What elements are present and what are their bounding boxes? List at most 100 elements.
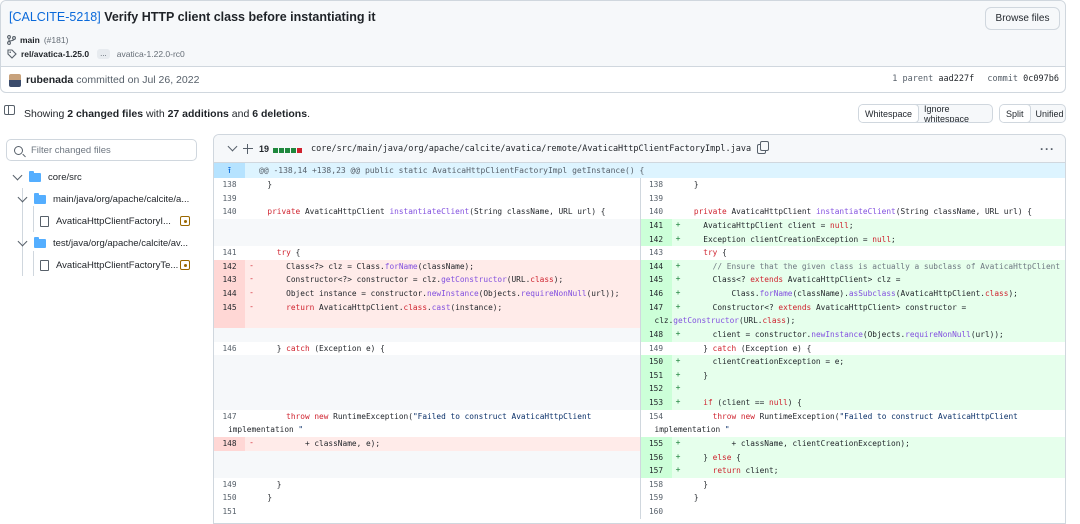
tag-link[interactable]: rel/avatica-1.25.0 (21, 49, 89, 59)
line-number[interactable]: 149 (214, 478, 245, 492)
code-line: private AvaticaHttpClient instantiateCli… (267, 207, 606, 217)
line-number[interactable]: 139 (214, 192, 245, 206)
diff-row: 148- + className, e); 155 + + className, c… (214, 436, 1065, 451)
file-path[interactable]: core/src/main/java/org/apache/calcite/av… (311, 144, 751, 154)
issue-link[interactable]: [CALCITE-5218] (9, 10, 101, 24)
line-number[interactable]: 153 (640, 396, 672, 410)
parent-sha-link[interactable]: aad227f (938, 74, 974, 84)
line-number[interactable]: 144 (640, 259, 672, 274)
line-number[interactable]: 140 (641, 205, 672, 219)
line-number[interactable]: 146 (640, 287, 672, 301)
line-number[interactable] (214, 355, 245, 369)
tree-file-impl[interactable]: AvaticaHttpClientFactoryI... (40, 212, 171, 230)
chevron-down-icon (17, 236, 28, 246)
line-number[interactable]: 156 (640, 450, 672, 465)
browse-files-button[interactable]: Browse files (985, 7, 1060, 30)
line-number[interactable] (214, 450, 245, 465)
line-number[interactable]: 143 (214, 273, 245, 287)
expand-all-icon[interactable] (243, 143, 253, 154)
pr-link[interactable]: (#181) (44, 35, 69, 45)
expand-up-icon[interactable]: ⭱ (214, 163, 245, 178)
line-number[interactable] (214, 396, 245, 410)
diff-left-line: 143- Constructor<?> constructor = clz.ge… (214, 273, 640, 287)
line-number[interactable]: 152 (640, 382, 672, 396)
diff-left-line (214, 396, 640, 410)
line-number[interactable]: 148 (640, 327, 672, 342)
more-tags-button[interactable]: ... (97, 49, 110, 59)
file-icon (40, 259, 49, 271)
line-number[interactable] (214, 327, 245, 342)
line-number[interactable]: 139 (641, 192, 672, 206)
toggle-file-tree-icon[interactable] (4, 105, 15, 115)
line-number[interactable]: 145 (640, 273, 672, 287)
avatar[interactable] (9, 73, 21, 87)
line-number[interactable]: 159 (641, 491, 672, 505)
line-number[interactable]: 158 (641, 478, 672, 492)
line-number[interactable]: 141 (640, 218, 672, 233)
tree-folder-main[interactable]: main/java/org/apache/calcite/a... (17, 190, 189, 208)
more-options-icon[interactable]: ··· (1040, 142, 1055, 156)
line-number[interactable]: 150 (214, 491, 245, 505)
summary-prefix: Showing (24, 108, 68, 120)
branch-link[interactable]: main (20, 35, 40, 45)
tree-folder-core-src[interactable]: core/src (12, 168, 82, 186)
line-number[interactable]: 147 (214, 410, 245, 424)
copy-icon[interactable] (757, 140, 770, 154)
line-number[interactable]: 143 (641, 246, 672, 260)
diff-right-line: 144 + // Ensure that the given class is a… (639, 259, 1065, 274)
line-number[interactable]: 155 (640, 436, 672, 451)
line-number[interactable]: 151 (214, 505, 245, 519)
line-number[interactable]: 154 (641, 410, 672, 424)
filter-changed-files-input[interactable] (31, 144, 191, 156)
line-number[interactable]: 140 (214, 205, 245, 219)
line-number[interactable] (214, 382, 245, 396)
code-line: } (684, 479, 708, 489)
line-number[interactable]: 150 (640, 355, 672, 369)
tree-folder-test[interactable]: test/java/org/apache/calcite/av... (17, 234, 188, 252)
diff-row: 153 + if (client == null) { (214, 396, 1065, 410)
code-line: implementation " (654, 425, 730, 435)
line-number[interactable]: 147 (640, 300, 672, 315)
author-link[interactable]: rubenada (26, 74, 73, 86)
diff-sign (672, 192, 685, 206)
line-number[interactable]: 138 (214, 178, 245, 192)
line-number[interactable] (214, 464, 245, 478)
line-number[interactable]: 160 (641, 505, 672, 519)
line-number[interactable]: 142 (640, 232, 672, 247)
diff-sign (245, 410, 258, 424)
diff-row: 147 throw new RuntimeException("Failed t… (214, 409, 1065, 424)
line-number[interactable] (214, 368, 245, 383)
diff-row: 142- Class<?> clz = Class.forName(classN… (214, 259, 1065, 274)
line-number[interactable]: 145 (214, 300, 245, 315)
unified-button[interactable]: Unified (1030, 105, 1065, 122)
tree-guide (33, 251, 34, 276)
collapse-chevron-icon[interactable] (227, 141, 238, 152)
line-number[interactable]: 151 (640, 368, 672, 383)
diff-sign: + (675, 383, 681, 393)
line-number[interactable]: 157 (640, 464, 672, 478)
diff-sign (245, 396, 258, 410)
line-number[interactable] (214, 218, 245, 233)
line-number[interactable]: 138 (641, 178, 672, 192)
tree-file-test[interactable]: AvaticaHttpClientFactoryTe... (40, 256, 178, 274)
diff-right-line: 157 + return client; (639, 464, 1065, 478)
code-line: try { (703, 248, 727, 258)
diff-right-line: 155 + + className, clientCreationExceptio… (639, 436, 1065, 451)
line-number[interactable]: 144 (214, 287, 245, 301)
diff-right-line: clz.getConstructor(URL.class); (639, 314, 1065, 328)
whitespace-button[interactable]: Whitespace (859, 105, 920, 122)
line-number[interactable]: 142 (214, 259, 245, 274)
code-line: } (684, 370, 708, 380)
split-button[interactable]: Split (1000, 105, 1031, 122)
line-number[interactable]: 146 (214, 342, 245, 356)
summary-additions: 27 additions (167, 108, 229, 120)
diff-right-line: 153 + if (client == null) { (639, 396, 1065, 410)
code-line: } (684, 180, 699, 189)
line-number[interactable]: 149 (641, 342, 672, 356)
line-number[interactable]: 148 (214, 436, 245, 451)
line-number[interactable]: 141 (214, 246, 245, 260)
ignore-whitespace-button[interactable]: Ignore whitespace (918, 105, 992, 122)
tag2-link[interactable]: avatica-1.22.0-rc0 (117, 49, 185, 59)
line-number[interactable] (214, 232, 245, 247)
